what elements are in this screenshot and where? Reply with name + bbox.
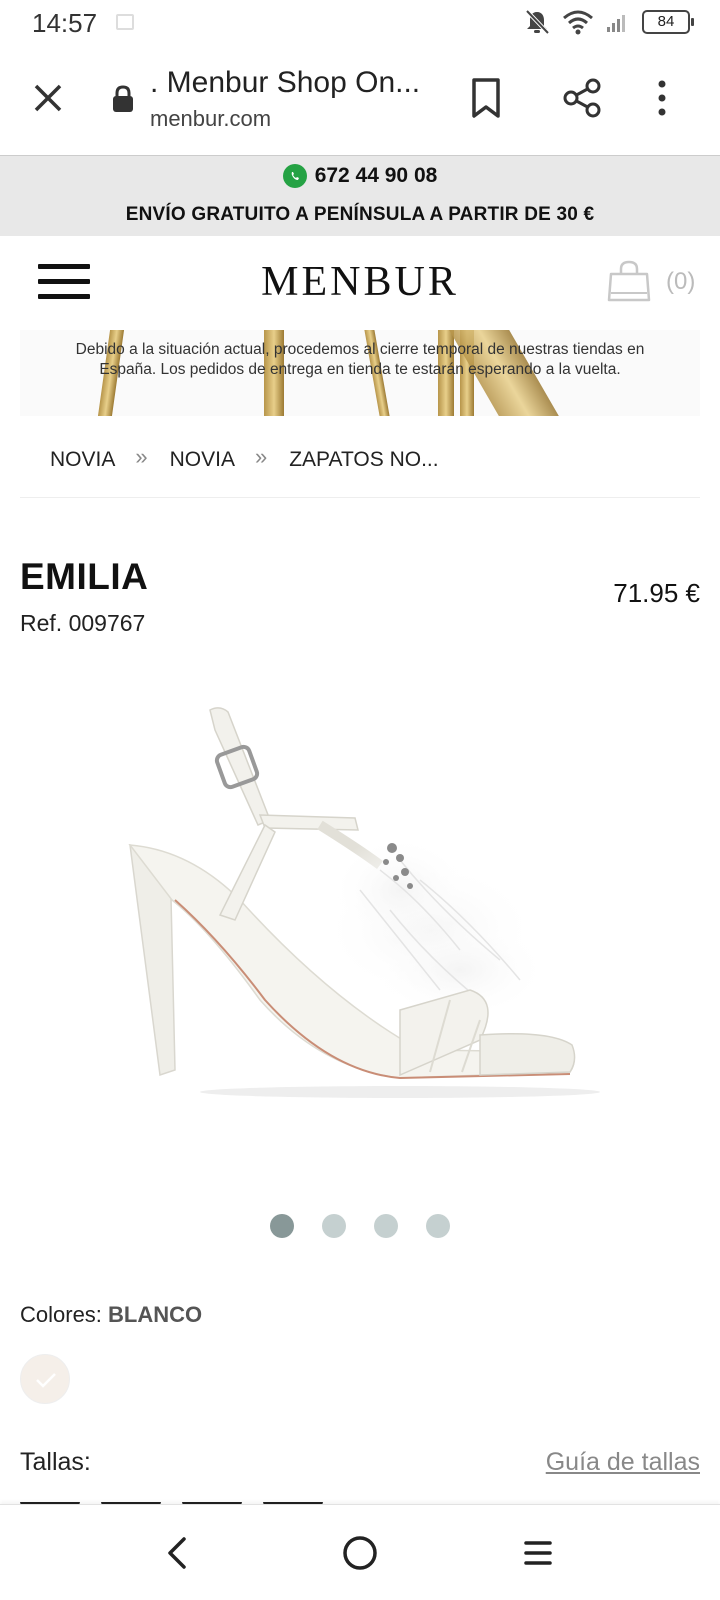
breadcrumb-item[interactable]: NOVIA (20, 440, 115, 472)
carousel-dot[interactable] (426, 1214, 450, 1238)
carousel-dot[interactable] (270, 1214, 294, 1238)
shipping-message: ENVÍO GRATUITO A PENÍNSULA A PARTIR DE 3… (125, 204, 595, 225)
carousel-dot[interactable] (322, 1214, 346, 1238)
colors-row: Colores: BLANCO (20, 1302, 202, 1328)
product-ref: Ref. 009767 (20, 610, 146, 636)
breadcrumb-separator: » (135, 444, 148, 469)
notice-text: Debido a la situación actual, procedemos… (75, 341, 645, 378)
status-bar: 14:57 84 (0, 0, 720, 48)
colors-label: Colores: (20, 1302, 102, 1327)
more-vert-icon[interactable] (650, 76, 674, 120)
page-url[interactable]: menbur.com (150, 106, 271, 132)
sizes-label: Tallas: (20, 1448, 91, 1476)
color-value: BLANCO (108, 1302, 203, 1327)
image-carousel-dots (270, 1214, 450, 1238)
breadcrumb-item[interactable]: NOVIA (148, 440, 235, 472)
lock-icon[interactable] (111, 84, 135, 114)
check-icon (36, 1373, 56, 1388)
browser-toolbar: . Menbur Shop On... menbur.com (0, 48, 720, 156)
breadcrumb: NOVIA » NOVIA » ZAPATOS NO... (20, 440, 700, 498)
cart-icon[interactable] (606, 258, 652, 304)
product-name: EMILIA (20, 556, 149, 597)
signal-icon (607, 15, 625, 32)
product-image[interactable] (100, 700, 620, 1140)
whatsapp-icon (282, 164, 307, 188)
back-icon[interactable] (160, 1533, 196, 1573)
product-price: 71.95 € (613, 578, 700, 608)
battery-level: 84 (657, 13, 675, 30)
promo-phone[interactable]: 672 44 90 08 (0, 164, 720, 188)
close-icon[interactable] (28, 78, 68, 118)
home-icon[interactable] (340, 1533, 380, 1573)
cart-count[interactable]: (0) (666, 268, 695, 296)
page-title[interactable]: . Menbur Shop On... (150, 66, 420, 100)
size-guide-link[interactable]: Guía de tallas (546, 1448, 700, 1477)
mute-icon (525, 9, 550, 35)
status-time: 14:57 (32, 8, 98, 38)
bookmark-icon[interactable] (468, 76, 504, 120)
recents-icon[interactable] (520, 1535, 556, 1571)
wifi-icon (563, 10, 593, 35)
share-icon[interactable] (560, 76, 604, 120)
breadcrumb-separator: » (254, 444, 268, 469)
promo-bar: 672 44 90 08 ENVÍO GRATUITO A PENÍNSULA … (0, 156, 720, 236)
color-swatch-blanco[interactable] (20, 1354, 70, 1404)
battery-icon: 84 (642, 10, 694, 34)
system-nav-bar (0, 1504, 720, 1600)
phone-number[interactable]: 672 44 90 08 (315, 164, 438, 188)
breadcrumb-item[interactable]: ZAPATOS NO... (267, 440, 438, 472)
image-icon (116, 14, 134, 30)
carousel-dot[interactable] (374, 1214, 398, 1238)
store-notice-banner[interactable]: Debido a la situación actual, procedemos… (20, 330, 700, 416)
